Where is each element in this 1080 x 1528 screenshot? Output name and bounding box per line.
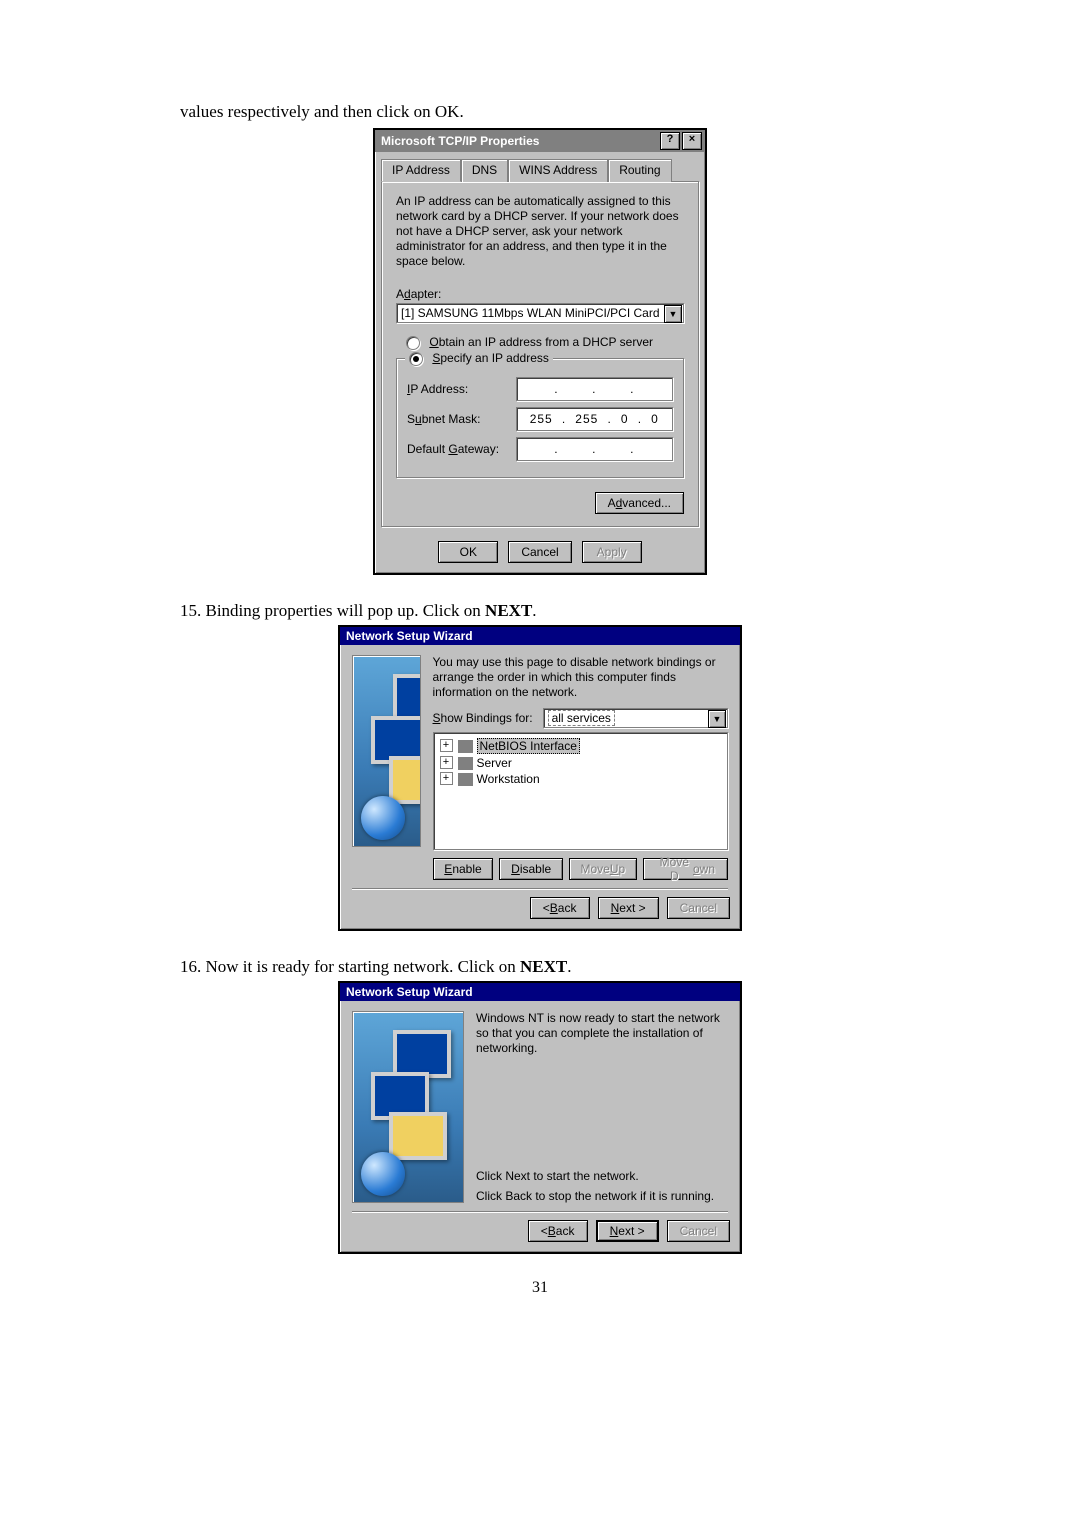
tree-item-workstation[interactable]: +Workstation — [440, 771, 722, 787]
tab-wins-address[interactable]: WINS Address — [508, 159, 608, 182]
wizard-start-button-row: < Back Next > Cancel — [340, 1212, 740, 1252]
wizard-bindings-intro: You may use this page to disable network… — [433, 655, 729, 700]
radio-dhcp-label: Obtain an IP address from a DHCP server — [429, 335, 653, 349]
tab-routing[interactable]: Routing — [608, 159, 671, 182]
step-15-text-b: . — [532, 601, 536, 620]
ip-address-input[interactable]: . . . — [516, 377, 673, 401]
subnet-mask-input[interactable]: 255. 255. 0. 0 — [516, 407, 673, 431]
close-icon[interactable]: × — [682, 132, 702, 150]
step-16-text-b: . — [567, 957, 571, 976]
page-number: 31 — [180, 1279, 900, 1297]
wizard-bindings-button-row: < Back Next > Cancel — [340, 889, 740, 929]
tcpip-titlebar: Microsoft TCP/IP Properties ? × — [375, 130, 705, 152]
show-bindings-dropdown[interactable]: all services ▼ — [543, 708, 728, 728]
ip-address-label: IP Address: — [407, 382, 506, 396]
cancel-button[interactable]: Cancel — [508, 541, 571, 563]
move-down-button: Move Down — [643, 858, 728, 880]
tcpip-button-row: OK Cancel Apply — [375, 533, 705, 573]
wizard-start-title: Network Setup Wizard — [346, 985, 473, 999]
radio-dhcp-row[interactable]: Obtain an IP address from a DHCP server — [406, 335, 684, 350]
wizard-start-line3: Click Back to stop the network if it is … — [476, 1189, 728, 1203]
wizard-bindings-title: Network Setup Wizard — [346, 629, 473, 643]
cancel-button: Cancel — [667, 1220, 730, 1242]
step-16: 16. Now it is ready for starting network… — [180, 957, 900, 977]
specify-groupbox: Specify an IP address IP Address: . . . … — [396, 358, 684, 478]
subnet-octet-1: 255 — [530, 412, 553, 426]
move-up-button: Move Up — [569, 858, 637, 880]
tcpip-title: Microsoft TCP/IP Properties — [381, 134, 539, 148]
cancel-button: Cancel — [667, 897, 730, 919]
enable-button[interactable]: Enable — [433, 858, 494, 880]
apply-button: Apply — [582, 541, 642, 563]
adapter-label: Adapter: — [396, 287, 684, 301]
wizard-bindings-titlebar: Network Setup Wizard — [340, 627, 740, 645]
tab-dns[interactable]: DNS — [461, 159, 508, 182]
disable-button[interactable]: Disable — [499, 858, 562, 880]
radio-dhcp[interactable] — [406, 336, 420, 350]
subnet-octet-2: 255 — [575, 412, 598, 426]
tcpip-info-text: An IP address can be automatically assig… — [396, 194, 684, 269]
chevron-down-icon[interactable]: ▼ — [708, 710, 726, 728]
subnet-octet-4: 0 — [651, 412, 659, 426]
radio-specify[interactable] — [409, 352, 423, 366]
wizard-start-line1: Windows NT is now ready to start the net… — [476, 1011, 728, 1056]
wizard-bindings-dialog: Network Setup Wizard You may use this pa… — [338, 625, 742, 931]
default-gateway-label: Default Gateway: — [407, 442, 506, 456]
wizard-sidebar-image — [352, 655, 421, 847]
wizard-start-titlebar: Network Setup Wizard — [340, 983, 740, 1001]
step-15-text-a: Binding properties will pop up. Click on — [206, 601, 486, 620]
radio-specify-row[interactable]: Specify an IP address — [405, 351, 553, 366]
intro-line: values respectively and then click on OK… — [180, 102, 900, 122]
next-button[interactable]: Next > — [598, 897, 659, 919]
step-16-num: 16. — [180, 957, 206, 976]
tcpip-dialog: Microsoft TCP/IP Properties ? × IP Addre… — [373, 128, 707, 575]
wizard-start-dialog: Network Setup Wizard Windows NT is now r… — [338, 981, 742, 1254]
adapter-value: [1] SAMSUNG 11Mbps WLAN MiniPCI/PCI Card — [401, 306, 660, 320]
back-button[interactable]: < Back — [530, 897, 590, 919]
subnet-mask-label: Subnet Mask: — [407, 412, 506, 426]
tab-body: An IP address can be automatically assig… — [381, 181, 699, 527]
radio-specify-label: Specify an IP address — [432, 351, 549, 365]
wizard-sidebar-image — [352, 1011, 464, 1203]
step-15-bold: NEXT — [485, 601, 532, 620]
step-15: 15. Binding properties will pop up. Clic… — [180, 601, 900, 621]
adapter-dropdown[interactable]: [1] SAMSUNG 11Mbps WLAN MiniPCI/PCI Card… — [396, 303, 684, 323]
step-15-num: 15. — [180, 601, 206, 620]
next-button[interactable]: Next > — [596, 1220, 659, 1242]
chevron-down-icon[interactable]: ▼ — [664, 305, 682, 323]
bindings-tree[interactable]: +NetBIOS Interface +Server +Workstation — [433, 732, 729, 850]
default-gateway-input[interactable]: . . . — [516, 437, 673, 461]
tab-ip-address[interactable]: IP Address — [381, 159, 461, 182]
show-bindings-value: all services — [548, 710, 615, 726]
advanced-button[interactable]: Advanced... — [595, 492, 684, 514]
help-icon[interactable]: ? — [660, 132, 680, 150]
tree-item-server[interactable]: +Server — [440, 755, 722, 771]
back-button[interactable]: < Back — [528, 1220, 588, 1242]
wizard-start-line2: Click Next to start the network. — [476, 1169, 728, 1183]
subnet-octet-3: 0 — [621, 412, 629, 426]
ok-button[interactable]: OK — [438, 541, 498, 563]
tab-row: IP Address DNS WINS Address Routing — [375, 152, 705, 181]
step-16-bold: NEXT — [520, 957, 567, 976]
step-16-text-a: Now it is ready for starting network. Cl… — [206, 957, 520, 976]
show-bindings-label: Show Bindings for: — [433, 711, 533, 725]
tree-item-netbios[interactable]: +NetBIOS Interface — [440, 737, 722, 755]
